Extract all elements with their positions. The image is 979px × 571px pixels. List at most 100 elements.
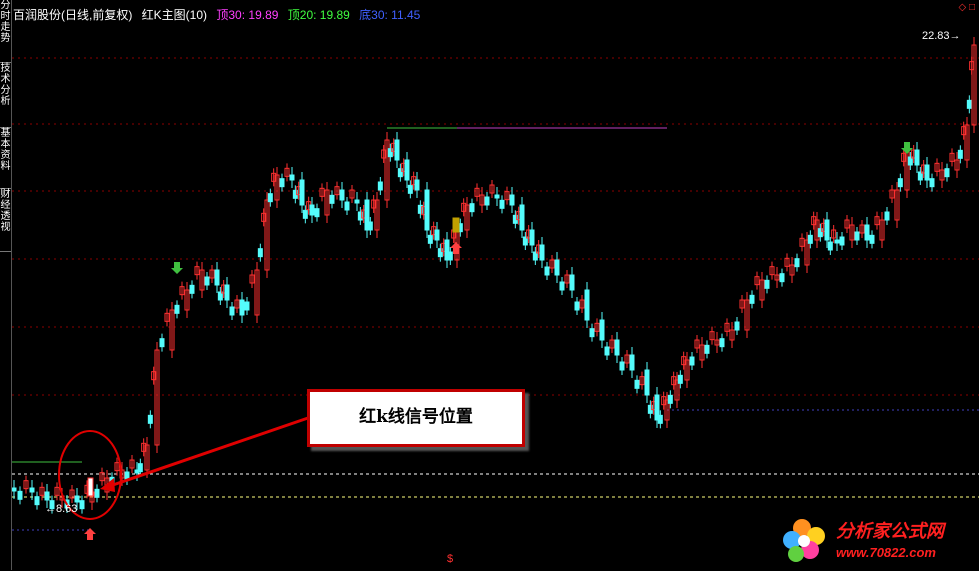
candle-body [12,487,17,492]
candle-body [414,179,420,191]
callout-arrow [106,416,309,489]
signal-candle [452,217,460,233]
candle-body [914,149,920,166]
candle-body [529,229,535,246]
candle-body [589,328,595,338]
sidebar-tab-timeshare[interactable]: 分时走势 [0,0,11,63]
candle-body [644,369,650,396]
candle-body [299,179,305,206]
candle-body [794,258,800,268]
candle-body [159,338,165,348]
candle-body [94,488,100,498]
candlestick-chart[interactable] [12,0,979,570]
candle-body [559,281,565,291]
watermark-url: www.70822.com [836,545,936,560]
high-price-label: 22.83→ [922,30,961,42]
candle-body [189,284,195,294]
candle-body [289,174,295,181]
candle-body [394,139,400,161]
signal-candle [87,477,94,497]
candle-body [667,394,673,404]
candle-body [484,196,490,206]
candle-body [764,279,770,289]
candle-body [257,248,263,258]
candle-body [657,414,663,424]
candle-body [74,495,80,503]
candle-body [499,199,505,209]
candle-body [29,487,35,493]
candle-body [689,356,695,366]
candle-body [869,234,875,244]
candle-body [407,184,413,194]
up-arrow-icon [84,528,96,540]
candle-body [244,301,250,311]
flower-logo-icon [783,519,825,562]
candle-body [174,304,180,314]
candle-body [734,321,740,331]
candle-body [599,319,605,341]
candle-body [719,338,725,348]
candle-body [604,346,610,356]
candle-body [79,500,85,510]
candle-body [224,284,230,301]
signal-callout: 红k线信号位置 [307,389,525,447]
candle-body [827,241,833,251]
candle-body [864,224,870,241]
candle-body [302,209,308,219]
candle-body [929,178,935,188]
candle-body [619,361,625,371]
candle-body [539,244,545,261]
candle-body [44,491,50,501]
candle-body [884,211,890,221]
candle-body [329,194,335,204]
candle-body [519,204,525,231]
dollar-marker: $ [447,553,454,565]
candle-body [354,199,360,204]
candle-body [824,219,830,241]
candle-body [574,301,580,311]
candle-body [749,294,755,304]
candle-body [584,289,590,321]
candle-body [807,234,813,244]
candle-body [229,306,235,316]
candle-body [34,496,40,506]
candle-body [494,194,500,199]
candle-body [779,273,785,283]
candle-body [554,259,560,276]
candle-body [569,274,575,291]
candle-body [834,239,840,244]
candle-body [424,189,430,231]
watermark: 分析家公式网 www.70822.com [782,514,977,566]
watermark-name: 分析家公式网 [836,521,944,541]
candle-body [509,194,515,206]
candle-body [214,269,220,286]
candle-body [279,178,285,188]
candle-body [634,379,640,389]
candle-body [404,159,410,181]
candle-body [839,236,845,246]
candle-body [434,229,440,241]
candle-body [469,203,475,213]
candle-body [447,251,453,261]
candle-body [344,201,350,211]
candle-body [944,168,950,178]
candle-body [204,276,210,286]
candle-body [314,208,320,218]
candle-body [924,164,930,181]
candle-body [147,414,153,424]
candle-body [957,149,963,159]
candle-body [239,299,245,316]
candle-body [137,463,143,473]
candle-body [629,354,635,371]
candle-body [367,221,373,231]
down-arrow-icon [171,262,183,274]
candle-body [309,204,315,216]
candle-body [677,374,683,384]
sidebar-tab-fundamentals[interactable]: 基本资料 [0,128,11,189]
candle-body [267,193,273,203]
candle-body [704,344,710,354]
sidebar-tab-finance[interactable]: 财经透视 [0,189,11,252]
candle-body [427,234,433,244]
candle-body [614,339,620,356]
sidebar-tab-technical[interactable]: 技术分析 [0,63,11,128]
